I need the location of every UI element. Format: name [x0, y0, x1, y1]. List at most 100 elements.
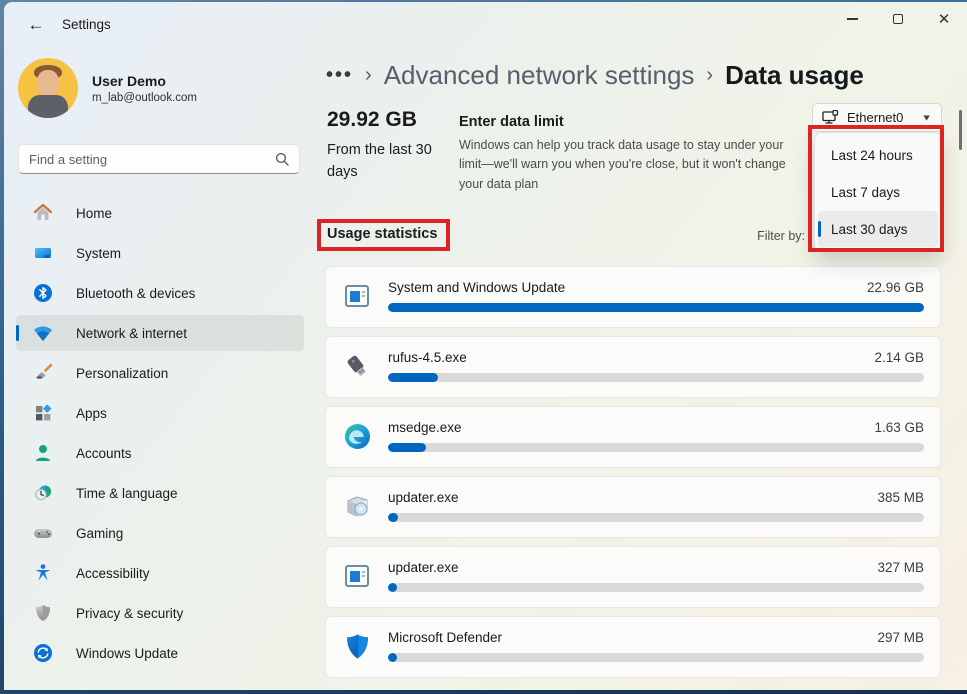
- home-icon: [32, 202, 54, 224]
- installer-icon: [342, 491, 372, 521]
- data-limit-description: Windows can help you track data usage to…: [459, 136, 801, 194]
- usage-app-name: msedge.exe: [388, 420, 462, 435]
- search-icon: [275, 152, 289, 166]
- sidebar-item-label: Network & internet: [76, 326, 187, 341]
- search-input[interactable]: [29, 152, 275, 167]
- sidebar: User Demo m_lab@outlook.com Home: [4, 46, 314, 690]
- filter-option-last-24-hours[interactable]: Last 24 hours: [818, 137, 938, 173]
- usage-progress-track: [388, 653, 924, 662]
- maximize-button[interactable]: [875, 2, 921, 36]
- sidebar-item-apps[interactable]: Apps: [16, 395, 304, 431]
- sidebar-item-label: Windows Update: [76, 646, 178, 661]
- shield-icon: [32, 602, 54, 624]
- sidebar-item-accounts[interactable]: Accounts: [16, 435, 304, 471]
- usage-app-value: 385 MB: [877, 490, 924, 505]
- usage-app-name: updater.exe: [388, 560, 459, 575]
- sidebar-item-bluetooth[interactable]: Bluetooth & devices: [16, 275, 304, 311]
- sidebar-item-label: Privacy & security: [76, 606, 183, 621]
- titlebar: ← Settings ✕: [4, 2, 967, 46]
- chevron-down-icon: ▼: [921, 113, 932, 123]
- breadcrumb: ••• › Advanced network settings › Data u…: [326, 60, 864, 91]
- edge-browser-icon: [342, 421, 372, 451]
- sidebar-item-label: Time & language: [76, 486, 178, 501]
- maximize-icon: [893, 14, 903, 24]
- scrollbar[interactable]: [959, 110, 962, 150]
- usage-row: updater.exe 385 MB: [325, 476, 941, 538]
- minimize-icon: [847, 18, 858, 19]
- sidebar-item-label: Bluetooth & devices: [76, 286, 195, 301]
- usage-progress-fill: [388, 583, 397, 592]
- usage-progress-fill: [388, 303, 924, 312]
- system-icon: [32, 242, 54, 264]
- avatar: [18, 58, 78, 118]
- sidebar-item-privacy-security[interactable]: Privacy & security: [16, 595, 304, 631]
- sidebar-item-home[interactable]: Home: [16, 195, 304, 231]
- user-name: User Demo: [92, 73, 197, 89]
- usage-progress-track: [388, 303, 924, 312]
- usage-app-value: 297 MB: [877, 630, 924, 645]
- minimize-button[interactable]: [829, 2, 875, 36]
- settings-window: ← Settings ✕ User Demo m_lab@outlook.com: [4, 2, 967, 690]
- usage-app-name: System and Windows Update: [388, 280, 565, 295]
- search-box[interactable]: [18, 144, 300, 174]
- usage-progress-track: [388, 373, 924, 382]
- network-adapter-icon: [822, 110, 839, 125]
- sidebar-item-personalization[interactable]: Personalization: [16, 355, 304, 391]
- usage-row: Microsoft Defender 297 MB: [325, 616, 941, 678]
- sidebar-item-label: System: [76, 246, 121, 261]
- main-content: ••• › Advanced network settings › Data u…: [314, 46, 967, 690]
- accessibility-person-icon: [32, 562, 54, 584]
- breadcrumb-parent-link[interactable]: Advanced network settings: [384, 60, 695, 91]
- bluetooth-icon: [32, 282, 54, 304]
- usage-app-value: 22.96 GB: [867, 280, 924, 295]
- usage-progress-fill: [388, 443, 426, 452]
- usage-app-name: rufus-4.5.exe: [388, 350, 467, 365]
- usage-progress-fill: [388, 653, 397, 662]
- filter-by-label: Filter by:: [757, 229, 805, 243]
- usage-progress-fill: [388, 373, 438, 382]
- sidebar-item-windows-update[interactable]: Windows Update: [16, 635, 304, 671]
- usage-list: System and Windows Update 22.96 GB rufus…: [325, 266, 941, 686]
- total-usage-value: 29.92 GB: [327, 108, 417, 132]
- sidebar-nav: Home System Bluetooth & devices Network …: [16, 195, 304, 675]
- breadcrumb-ellipsis-button[interactable]: •••: [326, 64, 353, 87]
- apps-icon: [32, 402, 54, 424]
- filter-option-last-30-days[interactable]: Last 30 days: [818, 211, 938, 247]
- defender-icon: [342, 631, 372, 661]
- usage-app-name: updater.exe: [388, 490, 459, 505]
- sidebar-item-label: Apps: [76, 406, 107, 421]
- usage-row: msedge.exe 1.63 GB: [325, 406, 941, 468]
- usage-app-value: 2.14 GB: [874, 350, 924, 365]
- filter-option-last-7-days[interactable]: Last 7 days: [818, 174, 938, 210]
- sidebar-item-label: Home: [76, 206, 112, 221]
- usb-drive-icon: [342, 351, 372, 381]
- user-email: m_lab@outlook.com: [92, 92, 197, 104]
- person-icon: [32, 442, 54, 464]
- usage-app-name: Microsoft Defender: [388, 630, 502, 645]
- sidebar-item-time-language[interactable]: Time & language: [16, 475, 304, 511]
- sidebar-item-label: Gaming: [76, 526, 123, 541]
- sidebar-item-gaming[interactable]: Gaming: [16, 515, 304, 551]
- sidebar-item-system[interactable]: System: [16, 235, 304, 271]
- usage-app-value: 327 MB: [877, 560, 924, 575]
- window-app-icon: [342, 281, 372, 311]
- usage-row: updater.exe 327 MB: [325, 546, 941, 608]
- sidebar-item-network-internet[interactable]: Network & internet: [16, 315, 304, 351]
- clock-globe-icon: [32, 482, 54, 504]
- user-profile[interactable]: User Demo m_lab@outlook.com: [18, 58, 197, 118]
- adapter-dropdown-button[interactable]: Ethernet0 ▼: [812, 103, 942, 132]
- wifi-icon: [32, 322, 54, 344]
- total-usage-period: From the last 30 days: [327, 140, 447, 184]
- filter-dropdown-menu: Last 24 hours Last 7 days Last 30 days: [814, 132, 942, 252]
- close-button[interactable]: ✕: [921, 2, 967, 36]
- sidebar-item-accessibility[interactable]: Accessibility: [16, 555, 304, 591]
- usage-progress-fill: [388, 513, 398, 522]
- update-refresh-icon: [32, 642, 54, 664]
- close-icon: ✕: [938, 12, 951, 27]
- chevron-right-icon: ›: [365, 64, 372, 87]
- usage-row: rufus-4.5.exe 2.14 GB: [325, 336, 941, 398]
- usage-progress-track: [388, 443, 924, 452]
- usage-app-value: 1.63 GB: [874, 420, 924, 435]
- back-button[interactable]: ←: [20, 12, 52, 38]
- sidebar-item-label: Accessibility: [76, 566, 150, 581]
